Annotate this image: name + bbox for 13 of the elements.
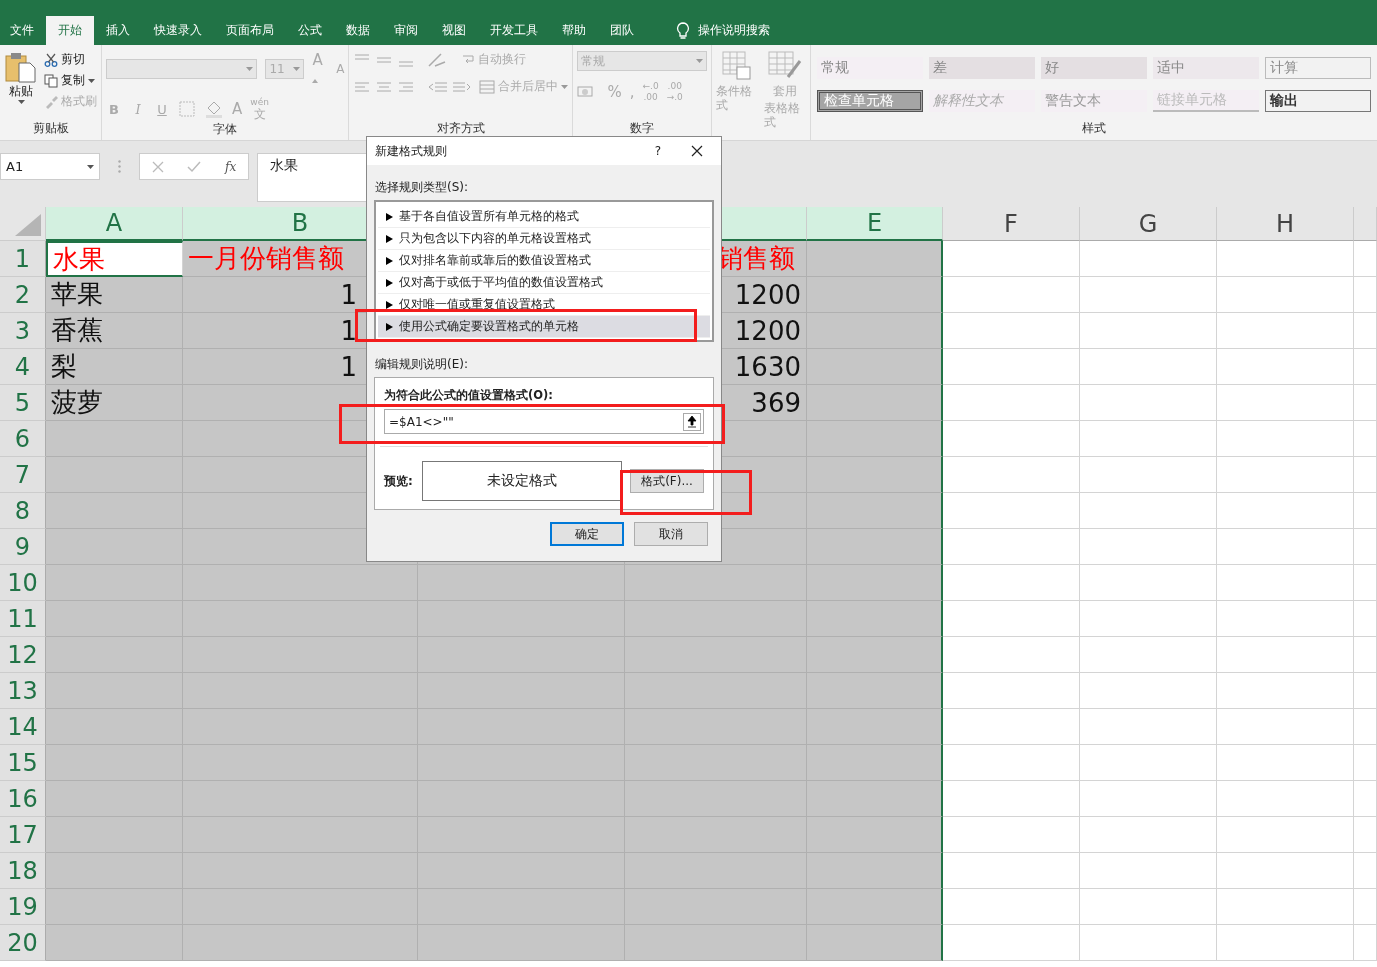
group-label: 对齐方式 — [436, 120, 486, 137]
group-label: 字体 — [212, 121, 239, 138]
table-cell: 梨 — [46, 349, 183, 385]
group-label: 数字 — [629, 120, 656, 137]
table-cell: 菠萝 — [46, 385, 183, 421]
group-label: 剪贴板 — [31, 120, 70, 137]
preview-box: 未设定格式 — [422, 461, 622, 501]
table-cell: 水果 — [46, 241, 183, 277]
group-label: 样式 — [1081, 120, 1107, 137]
formula-label: 为符合此公式的值设置格式(O): — [384, 388, 554, 403]
table-cell: 香蕉 — [46, 313, 183, 349]
table-cell: 苹果 — [46, 277, 183, 313]
preview-label: 预览: — [384, 472, 414, 490]
